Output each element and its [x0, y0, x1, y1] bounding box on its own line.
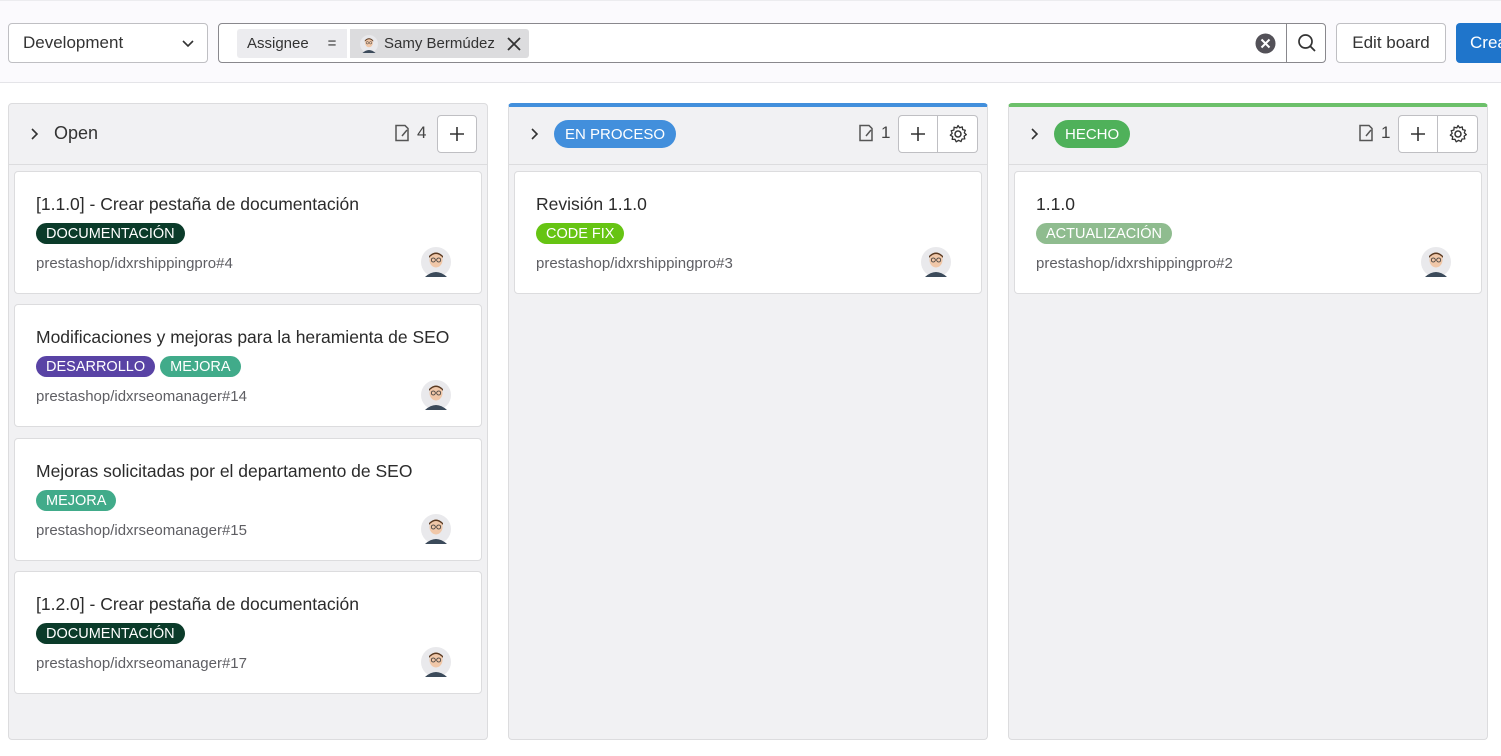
new-issue-button[interactable]: [898, 115, 938, 153]
assignee-avatar[interactable]: [421, 247, 451, 277]
issue-title[interactable]: Modificaciones y mejoras para la heramie…: [36, 327, 449, 348]
issue-card[interactable]: Modificaciones y mejoras para la heramie…: [14, 304, 482, 427]
issue-count: 4: [393, 123, 426, 143]
search-button[interactable]: [1286, 23, 1326, 63]
list-header: EN PROCESO 1: [509, 104, 987, 165]
close-icon[interactable]: [505, 35, 523, 53]
assignee-avatar[interactable]: [421, 647, 451, 677]
chevron-right-icon[interactable]: [27, 127, 41, 141]
issue-title[interactable]: [1.2.0] - Crear pestaña de documentación: [36, 594, 359, 615]
issues-icon: [859, 124, 873, 142]
list-label[interactable]: EN PROCESO: [554, 120, 677, 148]
issue-labels: DOCUMENTACIÓN: [36, 223, 185, 244]
assignee-avatar[interactable]: [1421, 247, 1451, 277]
clear-icon[interactable]: [1255, 33, 1276, 54]
assignee-avatar[interactable]: [421, 380, 451, 410]
chevron-right-icon[interactable]: [1027, 127, 1041, 141]
issue-label[interactable]: MEJORA: [160, 356, 241, 377]
issue-label[interactable]: MEJORA: [36, 490, 117, 511]
board-list-hecho: HECHO 1 1.1.0 ACTUALIZACIÓN prestashop/i…: [1008, 103, 1488, 740]
issue-reference: prestashop/idxrshippingpro#3: [536, 255, 733, 272]
filter-token-value[interactable]: Samy Bermúdez: [350, 29, 529, 58]
issue-count-value: 4: [417, 123, 427, 142]
board-switcher[interactable]: Development: [8, 23, 208, 63]
issue-reference: prestashop/idxrshippingpro#4: [36, 255, 233, 272]
list-label[interactable]: HECHO: [1054, 120, 1131, 148]
create-list-button[interactable]: Crea: [1456, 23, 1501, 63]
edit-board-button[interactable]: Edit board: [1336, 23, 1446, 63]
gear-icon: [949, 124, 967, 143]
issue-labels: CODE FIX: [536, 223, 625, 244]
issues-icon: [1359, 124, 1373, 142]
issue-labels: DOCUMENTACIÓN: [36, 623, 185, 644]
issue-labels: ACTUALIZACIÓN: [1036, 223, 1173, 244]
issue-labels: DESARROLLO MEJORA: [36, 356, 241, 377]
issue-title[interactable]: [1.1.0] - Crear pestaña de documentación: [36, 194, 359, 215]
issue-reference: prestashop/idxrshippingpro#2: [1036, 255, 1233, 272]
issue-card[interactable]: [1.1.0] - Crear pestaña de documentación…: [14, 171, 482, 294]
issue-card[interactable]: [1.2.0] - Crear pestaña de documentación…: [14, 571, 482, 694]
issue-title[interactable]: Revisión 1.1.0: [536, 194, 647, 215]
new-issue-button[interactable]: [1398, 115, 1438, 153]
issue-label[interactable]: DOCUMENTACIÓN: [36, 223, 185, 244]
assignee-avatar[interactable]: [921, 247, 951, 277]
search-icon: [1297, 34, 1316, 52]
plus-icon: [911, 127, 925, 141]
board-switcher-label: Development: [23, 33, 124, 52]
issue-card[interactable]: Revisión 1.1.0 CODE FIX prestashop/idxrs…: [514, 171, 982, 294]
issue-count-value: 1: [881, 123, 891, 142]
issue-card[interactable]: 1.1.0 ACTUALIZACIÓN prestashop/idxrshipp…: [1014, 171, 1482, 294]
issue-title[interactable]: Mejoras solicitadas por el departamento …: [36, 461, 412, 482]
issue-card[interactable]: Mejoras solicitadas por el departamento …: [14, 438, 482, 561]
plus-icon: [450, 127, 464, 141]
board-list-en-proceso: EN PROCESO 1 Revisión 1.1.0 CODE FIX pre…: [508, 103, 988, 740]
board-toolbar: Development Assignee = Samy Bermúdez Edi…: [0, 0, 1501, 83]
issue-reference: prestashop/idxrseomanager#15: [36, 522, 247, 539]
new-issue-button[interactable]: [437, 115, 477, 153]
list-settings-button[interactable]: [1438, 115, 1478, 153]
filter-token-operator[interactable]: =: [317, 29, 347, 58]
issues-icon: [395, 124, 409, 142]
assignee-avatar[interactable]: [421, 514, 451, 544]
chevron-right-icon[interactable]: [527, 127, 541, 141]
list-header: Open 4: [9, 104, 487, 165]
issue-count: 1: [1357, 123, 1390, 143]
issue-title[interactable]: 1.1.0: [1036, 194, 1075, 215]
chevron-down-icon: [182, 40, 194, 48]
filter-search-box[interactable]: Assignee = Samy Bermúdez: [218, 23, 1326, 63]
list-title: Open: [54, 123, 99, 143]
filter-token-value-text: Samy Bermúdez: [384, 35, 495, 52]
board-list-open: Open 4 [1.1.0] - Crear pestaña de docume…: [8, 103, 488, 740]
issue-labels: MEJORA: [36, 490, 117, 511]
issue-label[interactable]: DESARROLLO: [36, 356, 156, 377]
issue-reference: prestashop/idxrseomanager#14: [36, 388, 247, 405]
issue-label[interactable]: CODE FIX: [536, 223, 625, 244]
filter-token-key[interactable]: Assignee: [237, 29, 319, 58]
issue-label[interactable]: DOCUMENTACIÓN: [36, 623, 185, 644]
issue-label[interactable]: ACTUALIZACIÓN: [1036, 223, 1173, 244]
list-settings-button[interactable]: [938, 115, 978, 153]
issue-count-value: 1: [1381, 123, 1391, 142]
plus-icon: [1411, 127, 1425, 141]
issue-reference: prestashop/idxrseomanager#17: [36, 655, 247, 672]
issue-count: 1: [857, 123, 890, 143]
gear-icon: [1449, 124, 1467, 143]
avatar-icon: [360, 34, 378, 53]
list-header: HECHO 1: [1009, 104, 1487, 165]
